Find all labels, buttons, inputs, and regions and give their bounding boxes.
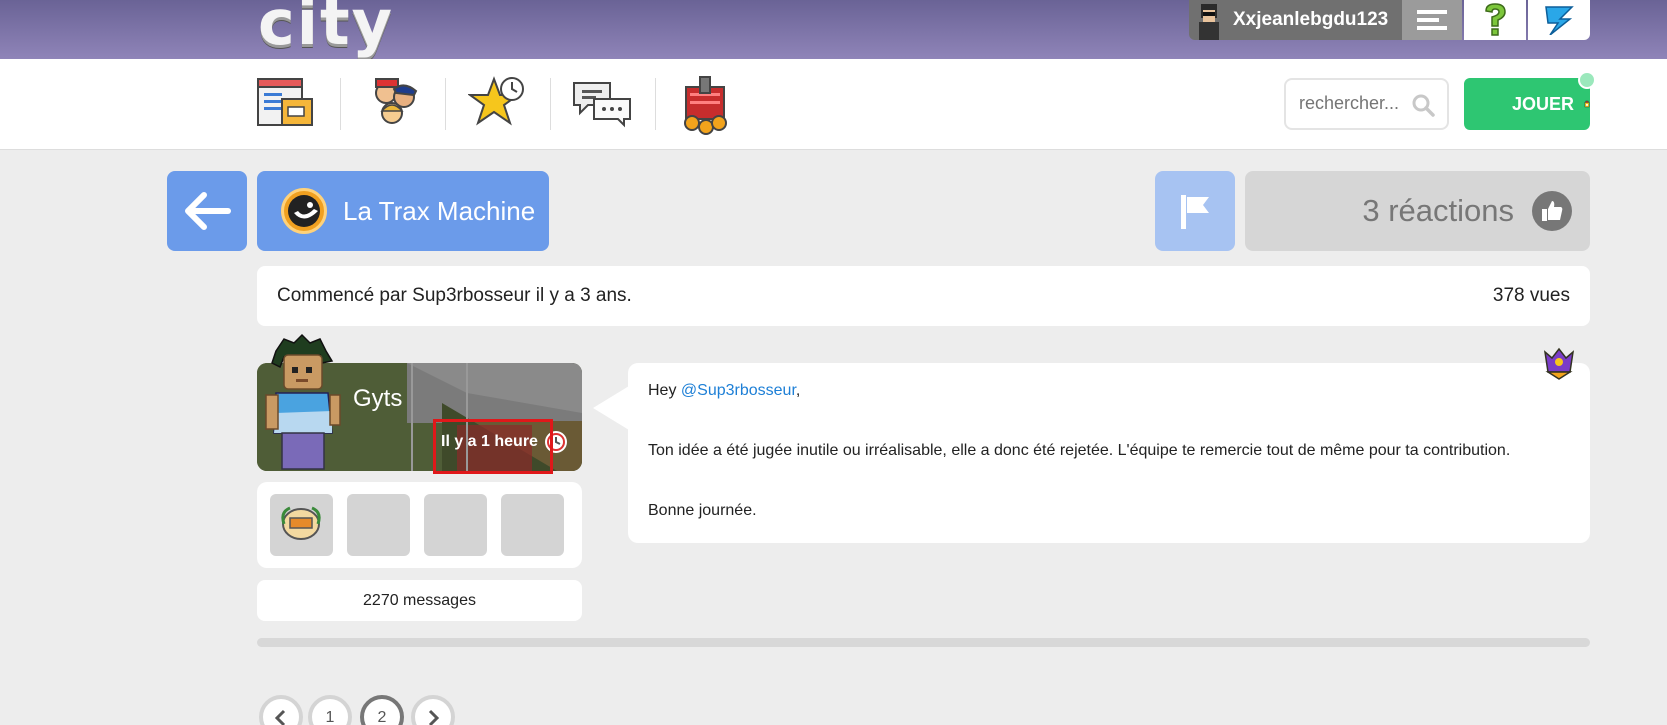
author-message-count: 2270 messages bbox=[257, 580, 582, 621]
online-indicator bbox=[1578, 71, 1596, 89]
help-button[interactable] bbox=[1464, 0, 1526, 40]
post-greeting: Hey @Sup3rbosseur, bbox=[648, 382, 801, 399]
badge-slot bbox=[347, 494, 410, 556]
search-icon[interactable] bbox=[1411, 93, 1435, 117]
chevron-left-icon bbox=[274, 709, 286, 725]
topic-info-bar: Commencé par Sup3rbosseur il y a 3 ans. … bbox=[257, 266, 1590, 326]
mention-link[interactable]: @Sup3rbosseur bbox=[681, 382, 796, 399]
favorites-icon[interactable] bbox=[466, 73, 532, 133]
topic-title: La Trax Machine bbox=[343, 195, 536, 226]
thumbs-up-icon bbox=[1532, 191, 1572, 231]
page-button-1[interactable]: 1 bbox=[308, 695, 352, 725]
back-button[interactable] bbox=[167, 171, 247, 251]
user-menu[interactable]: Xxjeanlebgdu123 bbox=[1189, 0, 1402, 40]
flag-icon bbox=[1181, 195, 1209, 229]
play-button[interactable]: JOUER bbox=[1464, 78, 1590, 130]
username: Xxjeanlebgdu123 bbox=[1233, 9, 1389, 30]
views-count: 378 vues bbox=[1492, 285, 1570, 306]
staff-badge-icon bbox=[1543, 347, 1575, 380]
topic-badge-icon bbox=[281, 188, 327, 234]
news-icon[interactable] bbox=[256, 73, 320, 133]
award-badge-icon bbox=[281, 506, 321, 540]
bolt-button[interactable] bbox=[1528, 0, 1590, 40]
page-button-2[interactable]: 2 bbox=[360, 695, 404, 725]
badge-slot[interactable] bbox=[270, 494, 333, 556]
bubble-tail bbox=[593, 386, 629, 430]
lightning-icon bbox=[1545, 6, 1574, 35]
site-logo[interactable]: city bbox=[258, 0, 394, 59]
menu-button[interactable] bbox=[1402, 0, 1462, 40]
next-page-button[interactable] bbox=[411, 695, 455, 725]
author-avatar[interactable] bbox=[262, 333, 352, 473]
hamburger-icon bbox=[1417, 10, 1447, 30]
question-icon bbox=[1485, 3, 1506, 36]
author-name[interactable]: Gyts bbox=[353, 385, 402, 413]
post-content: Hey @Sup3rbosseur, Ton idée a été jugée … bbox=[628, 363, 1590, 543]
prev-page-button[interactable] bbox=[259, 695, 303, 725]
started-by-text: Commencé par Sup3rbosseur il y a 3 ans. bbox=[277, 285, 632, 306]
user-avatar bbox=[1189, 0, 1229, 40]
top-bar: city Xxjeanlebgdu123 bbox=[0, 0, 1667, 59]
hotel-icon bbox=[1584, 100, 1590, 108]
arrow-left-icon bbox=[185, 192, 231, 230]
time-highlight-box bbox=[433, 419, 553, 474]
reactions-count: 3 réactions bbox=[1362, 193, 1514, 228]
badge-slot bbox=[501, 494, 564, 556]
reactions-button[interactable]: 3 réactions bbox=[1245, 171, 1590, 251]
badge-slot bbox=[424, 494, 487, 556]
search-input[interactable] bbox=[1299, 93, 1414, 114]
report-button[interactable] bbox=[1155, 171, 1235, 251]
search-box[interactable] bbox=[1284, 78, 1449, 130]
post-divider bbox=[257, 638, 1590, 647]
post-body: Ton idée a été jugée inutile ou irréalis… bbox=[648, 442, 1511, 459]
shop-icon[interactable] bbox=[676, 73, 740, 135]
topic-header[interactable]: La Trax Machine bbox=[257, 171, 549, 251]
author-badges bbox=[257, 482, 582, 568]
post-closing: Bonne journée. bbox=[648, 502, 757, 519]
forum-icon[interactable] bbox=[570, 73, 634, 133]
chevron-right-icon bbox=[428, 709, 440, 725]
nav-bar: JOUER bbox=[0, 59, 1667, 150]
play-label: JOUER bbox=[1512, 93, 1575, 114]
community-icon[interactable] bbox=[364, 73, 428, 133]
